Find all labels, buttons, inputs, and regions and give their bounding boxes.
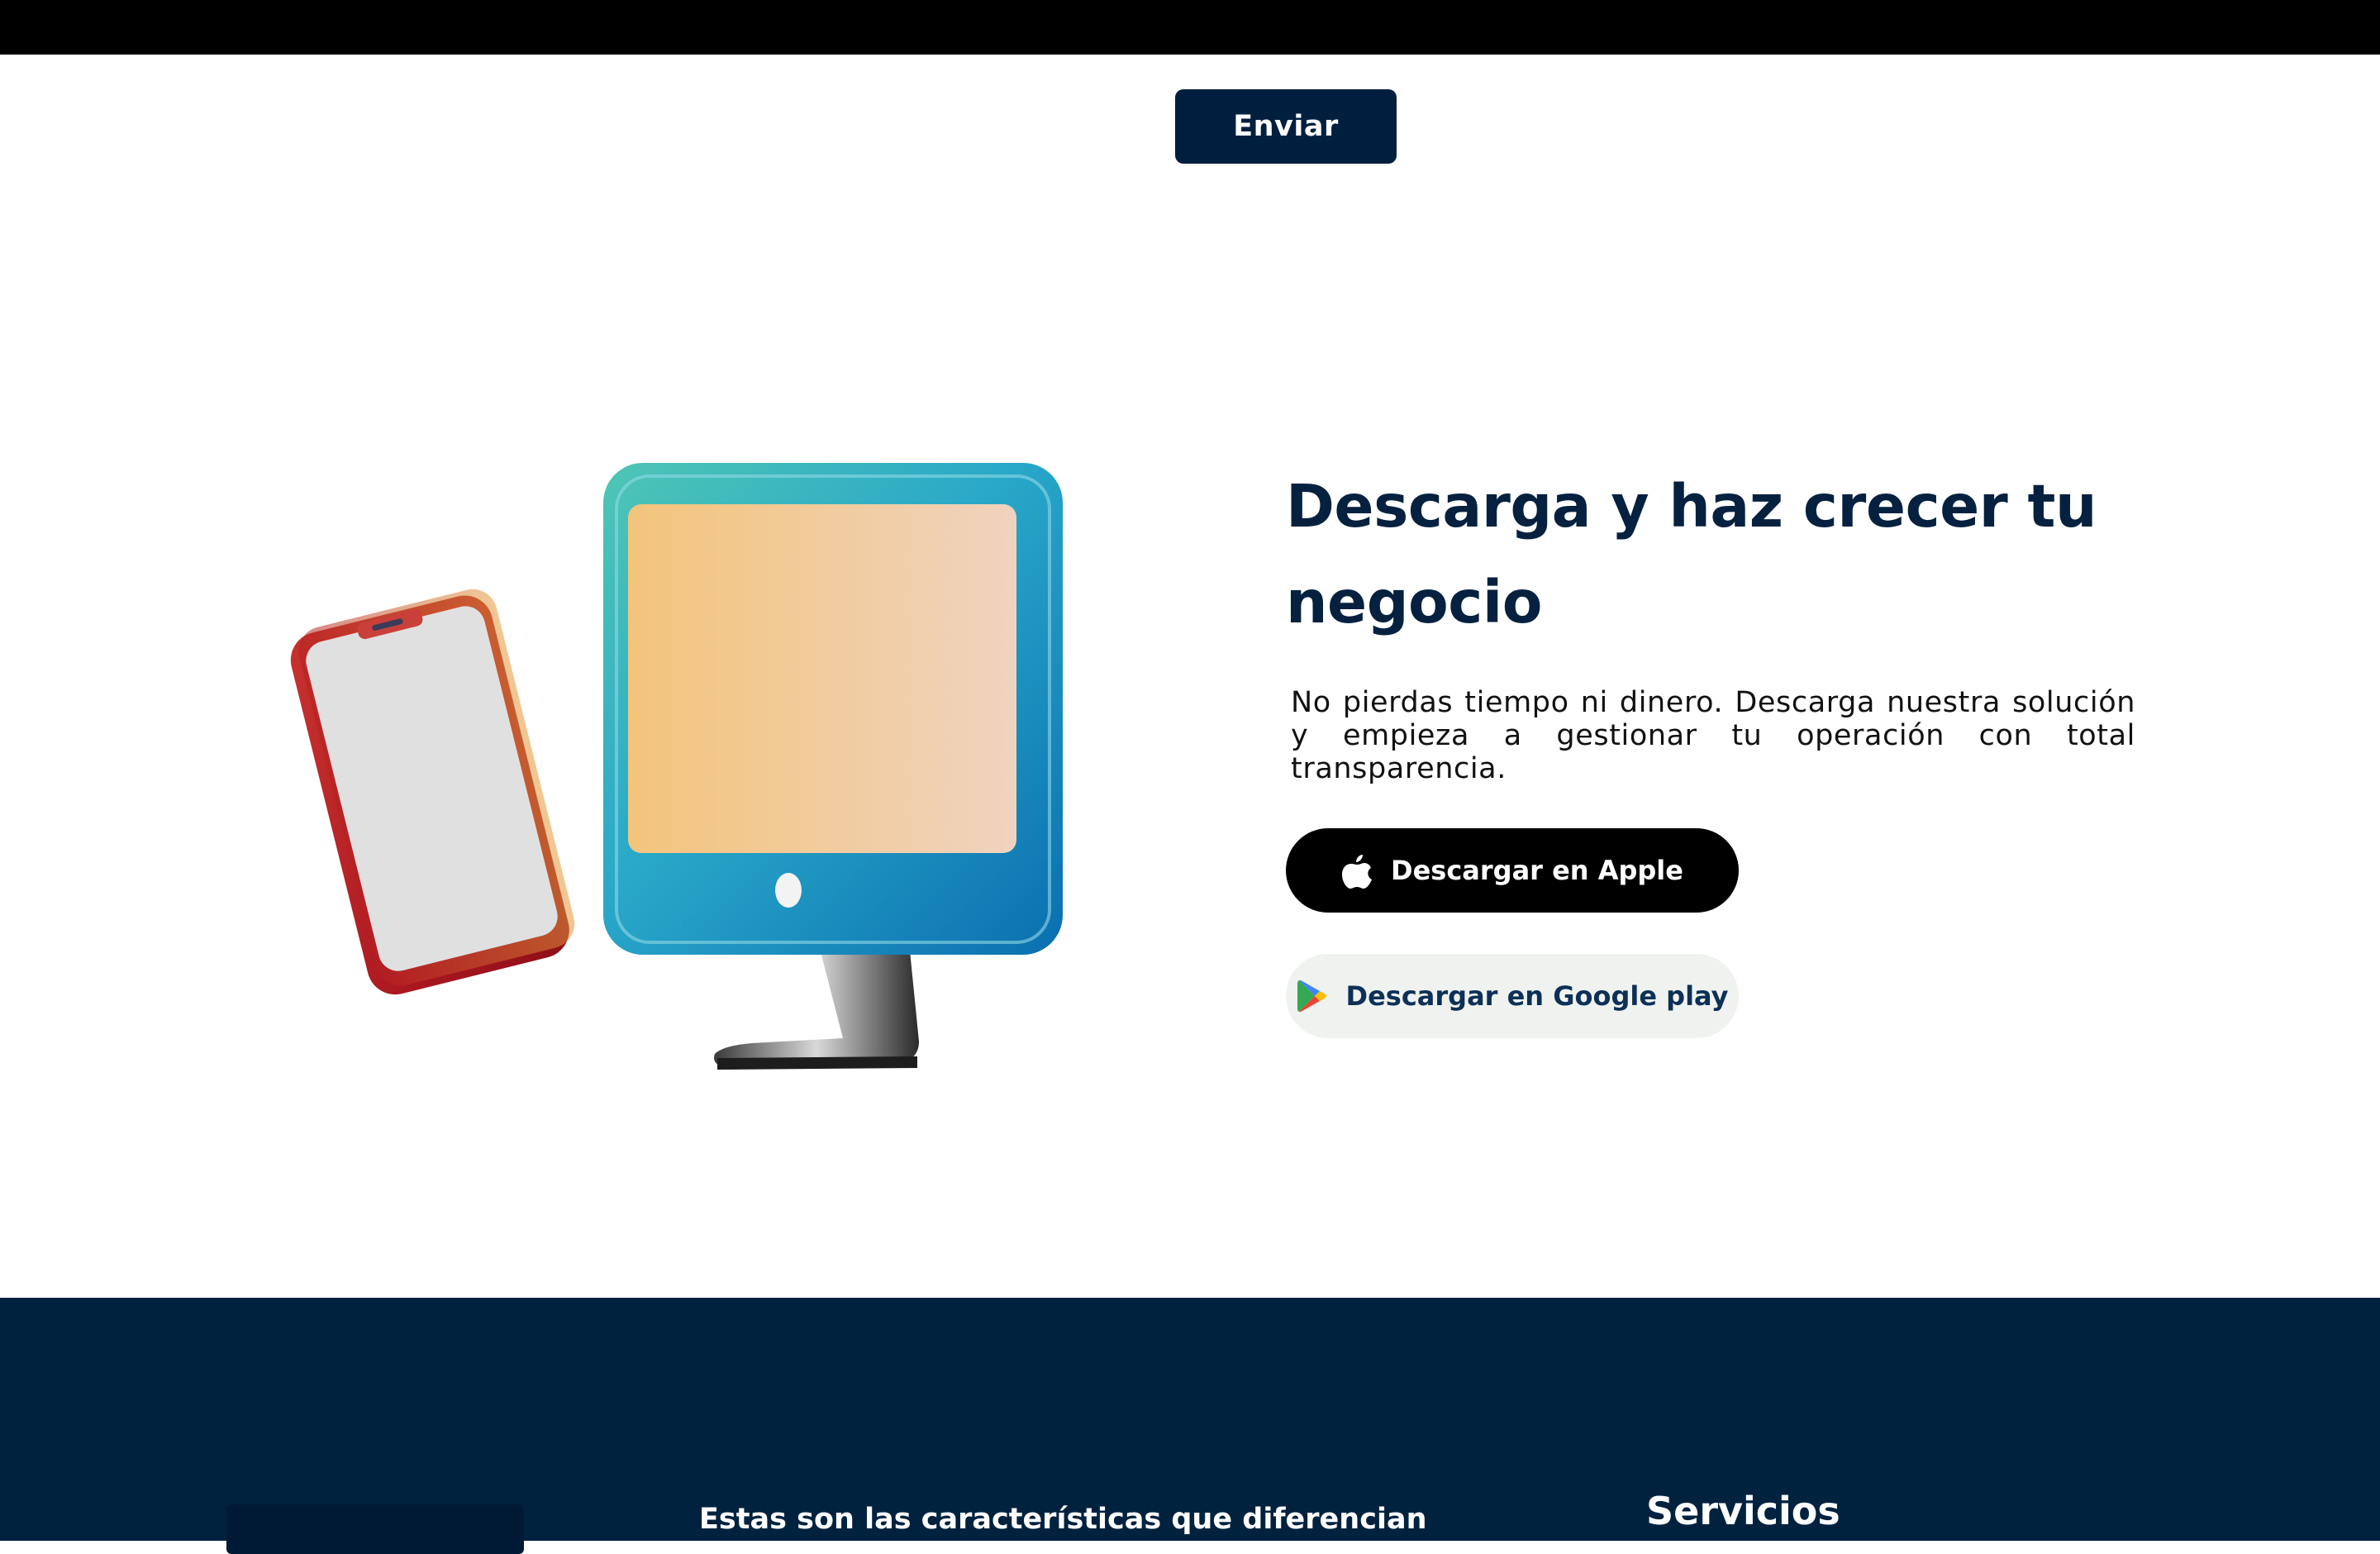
- top-bar: [0, 0, 2380, 55]
- footer: Estas son las características que difere…: [0, 1298, 2380, 1554]
- download-description: No pierdas tiempo ni dinero. Descarga nu…: [1291, 686, 2135, 785]
- google-play-button-label: Descargar en Google play: [1345, 980, 1729, 1012]
- footer-services-title: Servicios: [1646, 1489, 1840, 1533]
- download-apple-button[interactable]: Descargar en Apple: [1286, 828, 1739, 913]
- apple-icon: [1341, 851, 1373, 889]
- apple-button-label: Descargar en Apple: [1391, 855, 1683, 886]
- google-play-icon: [1297, 979, 1328, 1013]
- footer-tagline: Estas son las características que difere…: [699, 1503, 1427, 1536]
- send-button[interactable]: Enviar: [1175, 89, 1397, 164]
- footer-logo: [226, 1504, 524, 1554]
- phone-and-monitor-illustration: [264, 446, 1091, 1091]
- download-google-play-button[interactable]: Descargar en Google play: [1286, 954, 1739, 1038]
- download-headline: Descarga y haz crecer tu negocio: [1286, 472, 2097, 636]
